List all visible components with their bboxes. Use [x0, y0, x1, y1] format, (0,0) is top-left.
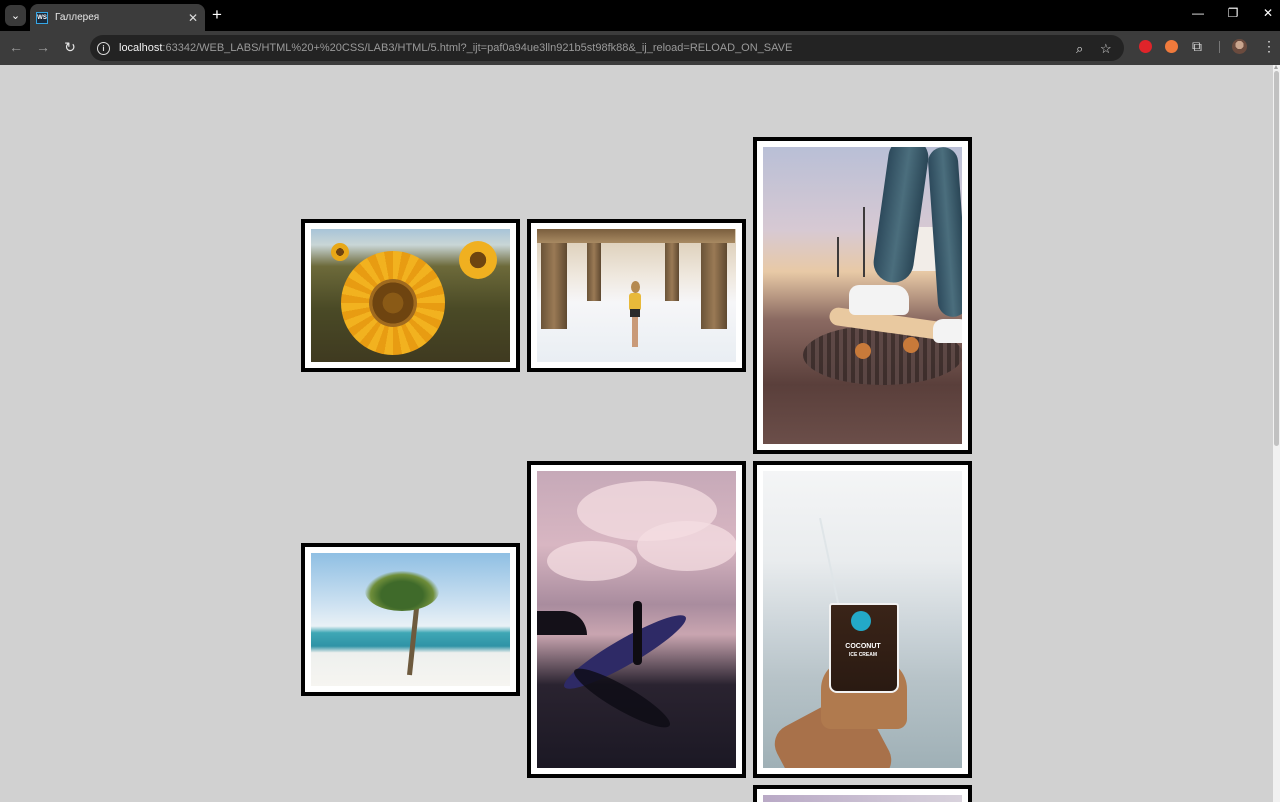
- sunflower-petal-shape: [331, 243, 349, 261]
- star-icon[interactable]: ☆: [1100, 41, 1112, 57]
- info-icon[interactable]: i: [97, 41, 110, 55]
- gallery-item-surfer[interactable]: [527, 461, 746, 778]
- palm-silhouette-shape: [837, 237, 839, 277]
- reload-button[interactable]: ↻: [61, 39, 79, 56]
- magnifier-icon[interactable]: ⌕: [1076, 41, 1083, 57]
- minimize-icon: —: [1192, 6, 1204, 20]
- shoe-shape: [849, 285, 909, 315]
- palm-silhouette-shape: [863, 207, 865, 277]
- palm-frond-shape: [365, 571, 439, 611]
- leg-shape: [927, 147, 962, 318]
- scroll-up-arrow-icon[interactable]: [1274, 65, 1278, 69]
- browser-tab[interactable]: WS Галлерея ✕: [30, 4, 205, 31]
- wheel-shape: [903, 337, 919, 353]
- page-viewport: COCONUT ICE CREAM: [0, 65, 1273, 802]
- photo-sunflower: [311, 229, 510, 362]
- sunflower-petal-shape: [459, 241, 497, 279]
- photo-palm-beach: [311, 553, 510, 686]
- webstorm-favicon-icon: WS: [36, 11, 48, 24]
- close-icon: ✕: [1262, 6, 1274, 20]
- cup-label-line1: COCONUT: [845, 643, 881, 650]
- avatar[interactable]: [1232, 39, 1247, 54]
- browser-tab-strip: ⌄ WS Галлерея ✕ + — ❐ ✕: [0, 0, 1280, 31]
- gallery-item-coconut-ice-cream[interactable]: COCONUT ICE CREAM: [753, 461, 972, 778]
- surfer-silhouette-shape: [633, 601, 642, 665]
- extension-red-icon[interactable]: [1139, 40, 1152, 53]
- close-tab-button[interactable]: ✕: [188, 11, 198, 25]
- gallery-item-skateboard[interactable]: [753, 137, 972, 454]
- photo-pier: [537, 229, 736, 362]
- photo-surfer: [537, 471, 736, 768]
- pier-deck-shape: [537, 229, 735, 243]
- island-silhouette-shape: [537, 611, 587, 635]
- reload-icon: ↻: [64, 39, 76, 55]
- pier-pillar-shape: [701, 229, 727, 329]
- close-window-button[interactable]: ✕: [1258, 6, 1278, 20]
- url-path: :63342/WEB_LABS/HTML%20+%20CSS/LAB3/HTML…: [162, 42, 793, 54]
- photo-skateboard: [763, 147, 962, 444]
- reflection-shape: [568, 660, 676, 736]
- browser-toolbar: ← → ↻ i localhost:63342/WEB_LABS/HTML%20…: [0, 31, 1280, 65]
- new-tab-button[interactable]: +: [212, 6, 222, 24]
- photo-next: [763, 795, 962, 802]
- restore-icon: ❐: [1227, 6, 1239, 20]
- plus-icon: +: [212, 5, 222, 24]
- girl-legs-shape: [632, 317, 638, 347]
- pier-pillar-shape: [541, 229, 567, 329]
- gallery-item-palm-beach[interactable]: [301, 543, 520, 696]
- cloud-shape: [547, 541, 637, 581]
- toolbar-divider: [1219, 41, 1220, 53]
- minimize-button[interactable]: —: [1188, 6, 1208, 20]
- chevron-down-icon: ⌄: [10, 10, 21, 22]
- address-bar[interactable]: i localhost:63342/WEB_LABS/HTML%20+%20CS…: [90, 35, 1124, 61]
- tab-search-button[interactable]: ⌄: [5, 5, 26, 26]
- wheel-shape: [855, 343, 871, 359]
- girl-shorts-shape: [630, 309, 640, 317]
- url-host: localhost: [119, 42, 163, 54]
- sunflower-core-shape: [369, 279, 417, 327]
- restore-button[interactable]: ❐: [1223, 6, 1243, 20]
- close-icon: ✕: [187, 10, 198, 25]
- arrow-right-icon: →: [36, 39, 50, 55]
- straw-shape: [819, 517, 841, 613]
- gallery-item-pier[interactable]: [527, 219, 746, 372]
- cloud-shape: [637, 521, 736, 571]
- gallery-item-next[interactable]: [753, 785, 972, 802]
- page-scrollbar[interactable]: [1273, 65, 1280, 802]
- scrollbar-thumb[interactable]: [1274, 71, 1279, 446]
- url-text[interactable]: localhost:63342/WEB_LABS/HTML%20+%20CSS/…: [119, 42, 792, 54]
- tab-title: Галлерея: [55, 12, 100, 23]
- cup-label: COCONUT ICE CREAM: [841, 643, 885, 659]
- puzzle-icon[interactable]: ⧉: [1192, 38, 1202, 55]
- gallery-item-sunflower[interactable]: [301, 219, 520, 372]
- cup-logo-icon: [851, 611, 871, 631]
- shoe-shape: [933, 319, 962, 343]
- arrow-left-icon: ←: [9, 39, 23, 55]
- cup-label-line2: ICE CREAM: [848, 652, 878, 658]
- back-button[interactable]: ←: [7, 39, 25, 55]
- girl-head-shape: [631, 281, 640, 293]
- kebab-icon[interactable]: ⋮: [1262, 38, 1276, 55]
- forward-button[interactable]: →: [34, 39, 52, 55]
- photo-coconut-ice-cream: COCONUT ICE CREAM: [763, 471, 962, 768]
- extension-flame-icon[interactable]: [1165, 40, 1178, 53]
